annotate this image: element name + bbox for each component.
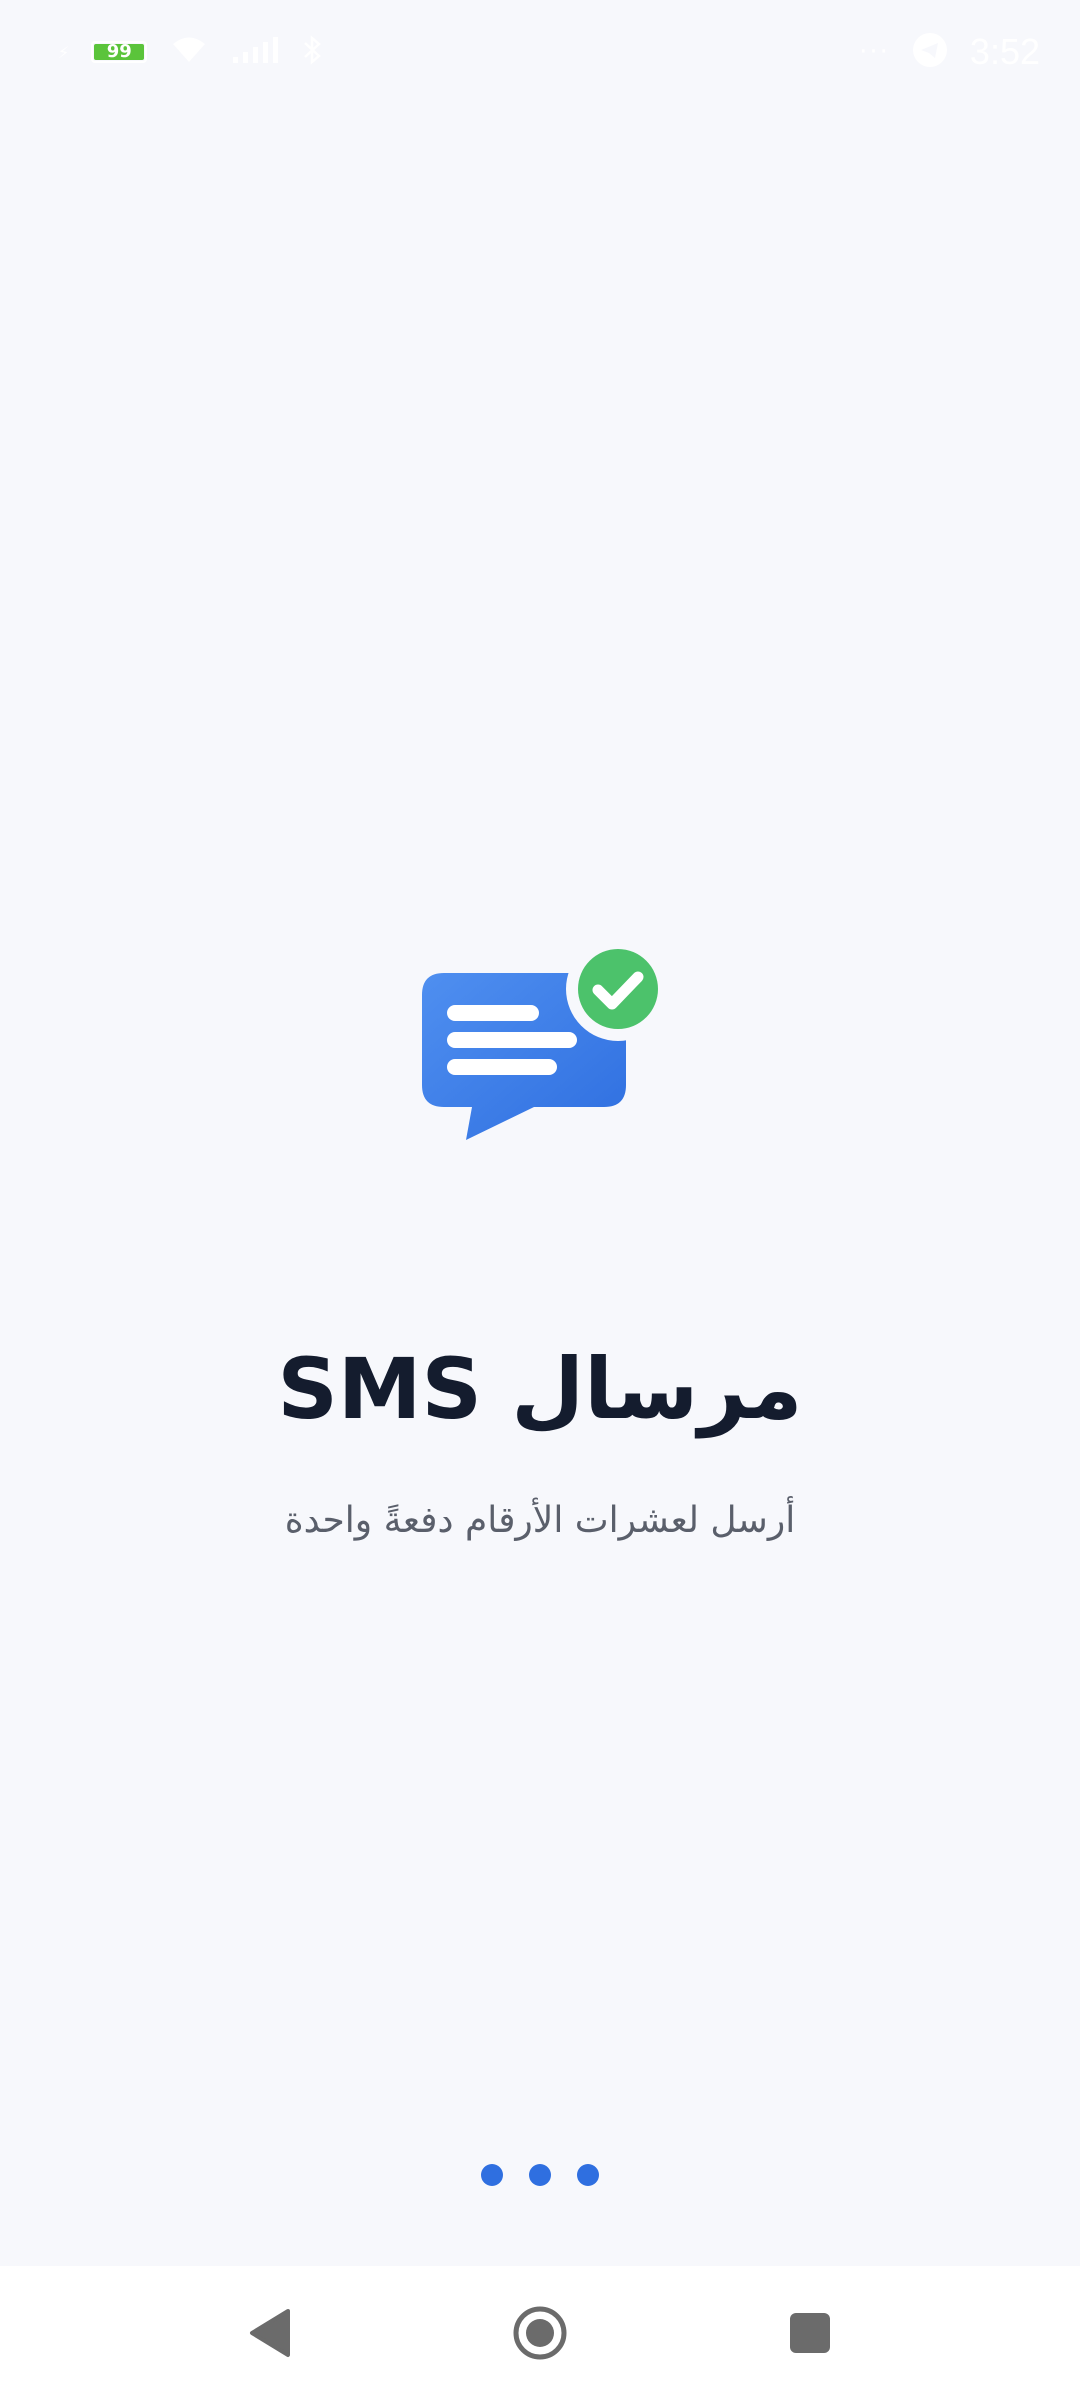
bluetooth-icon xyxy=(301,34,325,70)
page-dot xyxy=(529,2164,551,2186)
status-left: ⚡ 99 xyxy=(58,34,325,70)
battery-level: 99 xyxy=(106,41,132,62)
home-icon xyxy=(513,2306,567,2360)
page-indicator xyxy=(0,2164,1080,2186)
recents-icon xyxy=(790,2313,830,2353)
battery-icon: 99 xyxy=(91,41,148,63)
app-title: مرسال SMS xyxy=(277,1340,803,1438)
navigation-bar xyxy=(0,2266,1080,2400)
app-subtitle: أرسل لعشرات الأرقام دفعةً واحدة xyxy=(284,1500,796,1541)
signal-icon xyxy=(231,35,279,69)
chat-bubble-check-icon xyxy=(422,937,670,1140)
more-dots-icon: ··· xyxy=(859,37,890,67)
splash-screen: ⚡ 99 ··· 3:52 مرسال SMS أرسل لعشرات الأر… xyxy=(0,0,1080,2400)
page-dot xyxy=(577,2164,599,2186)
status-bar: ⚡ 99 ··· 3:52 xyxy=(0,0,1080,104)
home-button[interactable] xyxy=(505,2298,575,2368)
back-button[interactable] xyxy=(235,2298,305,2368)
charging-icon: ⚡ xyxy=(58,42,70,62)
status-time: 3:52 xyxy=(969,31,1040,72)
telegram-icon xyxy=(912,32,948,72)
wifi-icon xyxy=(169,35,209,69)
status-right: ··· 3:52 xyxy=(859,31,1040,73)
back-icon xyxy=(250,2309,290,2357)
app-logo xyxy=(420,937,670,1145)
recents-button[interactable] xyxy=(775,2298,845,2368)
page-dot xyxy=(481,2164,503,2186)
